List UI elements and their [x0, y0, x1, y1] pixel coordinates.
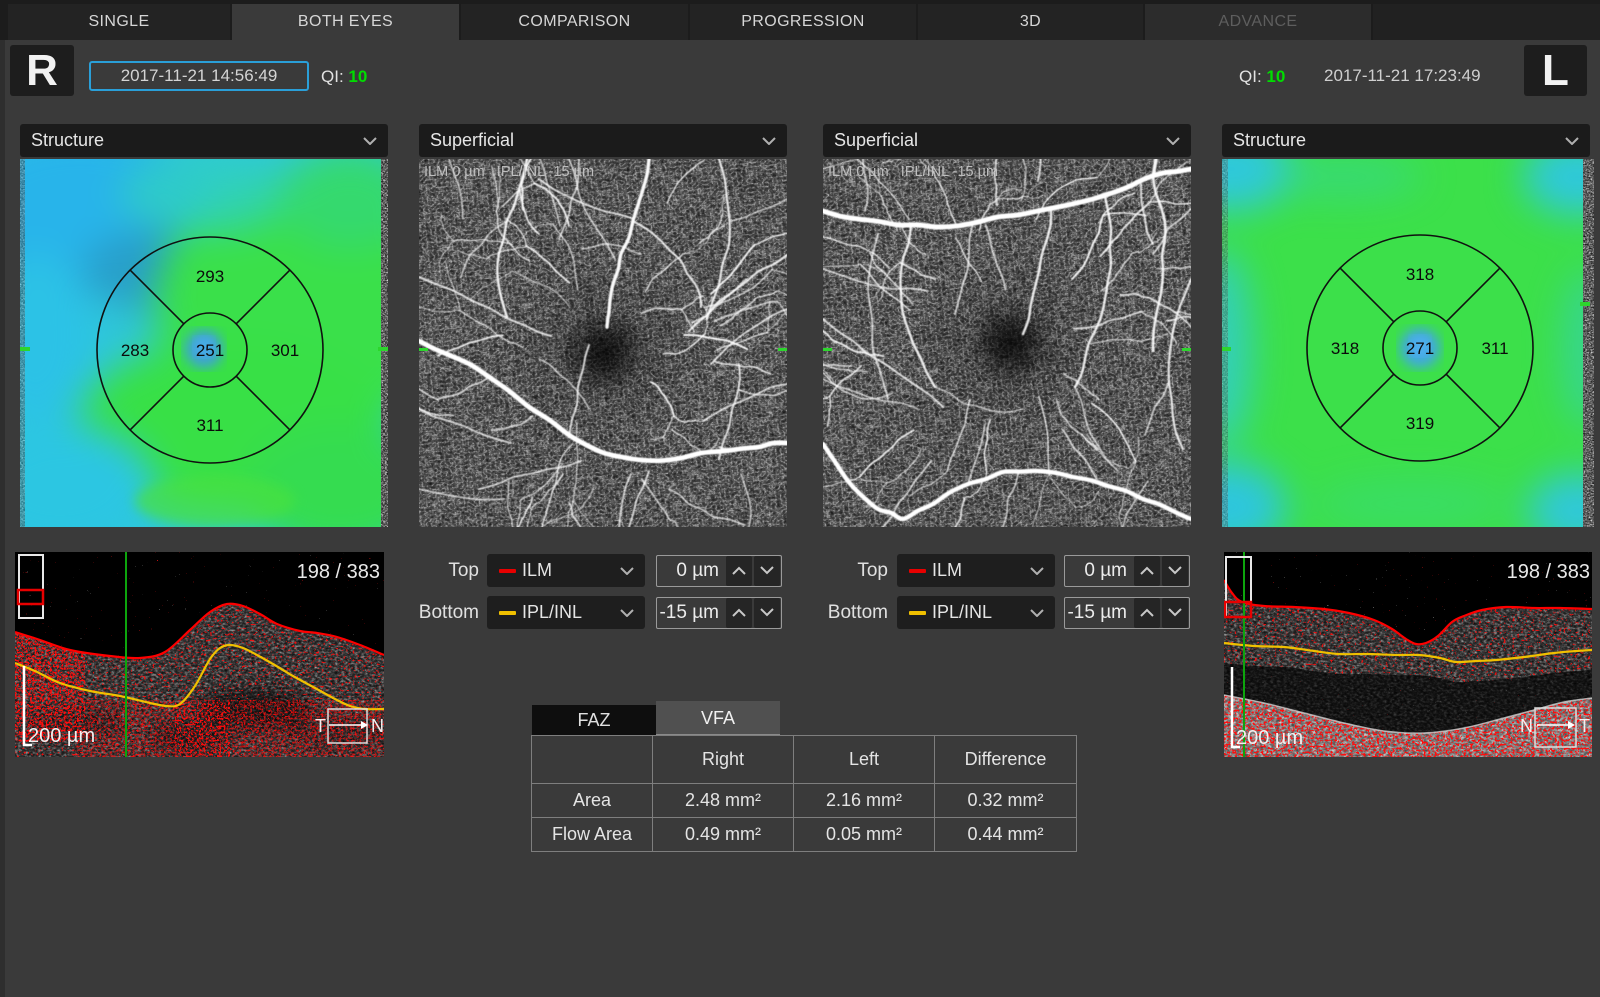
- svg-text:251: 251: [196, 341, 224, 360]
- svg-text:198 / 383: 198 / 383: [297, 561, 380, 583]
- svg-text:318: 318: [1406, 265, 1434, 284]
- svg-text:ILM 0 µm IPL/INL -15 µm: ILM 0 µm IPL/INL -15 µm: [424, 164, 594, 180]
- svg-text:311: 311: [1481, 339, 1508, 358]
- svg-text:311: 311: [196, 416, 223, 435]
- svg-text:200 µm: 200 µm: [1236, 727, 1303, 749]
- svg-text:301: 301: [271, 341, 299, 360]
- svg-text:N: N: [371, 716, 384, 736]
- svg-text:T: T: [1579, 716, 1590, 736]
- svg-text:198 / 383: 198 / 383: [1507, 561, 1590, 583]
- svg-text:319: 319: [1406, 414, 1434, 433]
- svg-text:271: 271: [1406, 339, 1434, 358]
- svg-text:T: T: [315, 716, 326, 736]
- svg-text:293: 293: [196, 267, 224, 286]
- svg-text:283: 283: [121, 341, 149, 360]
- svg-text:318: 318: [1331, 339, 1359, 358]
- svg-text:200 µm: 200 µm: [28, 725, 95, 747]
- svg-text:ILM 0 µm IPL/INL -15 µm: ILM 0 µm IPL/INL -15 µm: [828, 164, 998, 180]
- svg-text:N: N: [1520, 716, 1533, 736]
